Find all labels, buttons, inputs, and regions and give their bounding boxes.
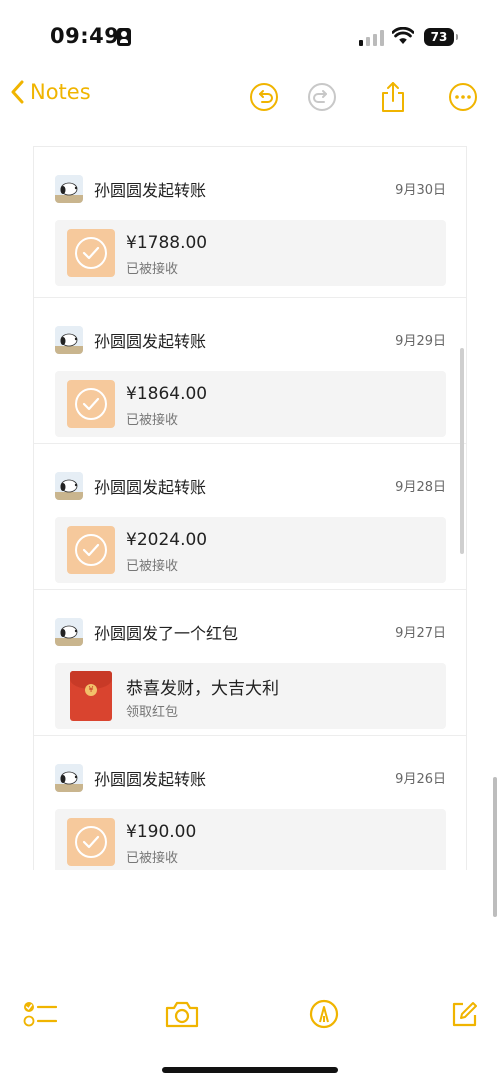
avatar: [55, 472, 83, 500]
status-time: 09:49: [50, 24, 120, 48]
transfer-received-icon: [67, 526, 115, 574]
snoopy-avatar-icon: [55, 764, 83, 792]
transfer-card: ¥1864.00 已被接收: [55, 371, 446, 437]
note-content-image: 孙圆圆发起转账 9月30日 ¥1788.00 已被接收 孙圆圆发起转账 9月29…: [33, 146, 467, 870]
share-button[interactable]: [376, 80, 410, 114]
date-label: 9月30日: [395, 183, 446, 198]
list-item: 孙圆圆发起转账 9月26日 ¥190.00 已被接收: [34, 735, 466, 870]
date-label: 9月28日: [395, 480, 446, 495]
avatar: [55, 175, 83, 203]
sender-label: 孙圆圆发起转账: [94, 181, 207, 200]
transfer-status: 已被接收: [126, 559, 179, 574]
undo-button[interactable]: [247, 80, 281, 114]
embedded-scrollbar: [460, 348, 464, 554]
share-icon: [382, 82, 404, 112]
transfer-amount: ¥190.00: [126, 822, 197, 842]
markup-button[interactable]: [304, 994, 344, 1034]
status-bar: 09:49 73: [0, 0, 500, 70]
checklist-icon: [23, 1002, 57, 1027]
transfer-card: ¥190.00 已被接收: [55, 809, 446, 870]
red-packet-title: 恭喜发财，大吉大利: [126, 679, 279, 699]
red-packet-card: ¥ 恭喜发财，大吉大利 领取红包: [55, 663, 446, 729]
sender-label: 孙圆圆发起转账: [94, 478, 207, 497]
markup-pen-icon: [309, 999, 339, 1029]
chevron-left-icon: [11, 80, 24, 104]
transfer-amount: ¥2024.00: [126, 530, 208, 550]
transfer-received-icon: [67, 229, 115, 277]
back-button-label: Notes: [30, 80, 91, 104]
undo-icon: [250, 83, 278, 111]
battery-indicator: 73: [424, 28, 458, 46]
transfer-received-icon: [67, 818, 115, 866]
more-icon: [449, 83, 477, 111]
red-packet-status: 领取红包: [126, 705, 179, 720]
avatar: [55, 326, 83, 354]
navigation-bar: Notes: [0, 70, 500, 126]
home-indicator: [162, 1067, 338, 1073]
transfer-card: ¥1788.00 已被接收: [55, 220, 446, 286]
transfer-amount: ¥1864.00: [126, 384, 208, 404]
transfer-card: ¥2024.00 已被接收: [55, 517, 446, 583]
wifi-icon: [392, 27, 414, 44]
transfer-amount: ¥1788.00: [126, 233, 208, 253]
sender-label: 孙圆圆发起转账: [94, 332, 207, 351]
battery-level: 73: [430, 30, 448, 44]
redo-button[interactable]: [305, 80, 339, 114]
camera-icon: [165, 1001, 199, 1028]
avatar: [55, 764, 83, 792]
date-label: 9月27日: [395, 626, 446, 641]
snoopy-avatar-icon: [55, 175, 83, 203]
redo-icon: [308, 83, 336, 111]
avatar: [55, 618, 83, 646]
transfer-status: 已被接收: [126, 262, 179, 277]
more-button[interactable]: [446, 80, 480, 114]
sender-label: 孙圆圆发起转账: [94, 770, 207, 789]
focus-badge-icon: [117, 28, 131, 46]
scrollbar[interactable]: [493, 777, 497, 917]
list-item: 孙圆圆发起转账 9月29日 ¥1864.00 已被接收: [34, 297, 466, 443]
red-packet-icon: ¥: [70, 671, 112, 721]
transfer-status: 已被接收: [126, 413, 179, 428]
sender-label: 孙圆圆发了一个红包: [94, 624, 239, 643]
bottom-toolbar: [0, 990, 500, 1038]
date-label: 9月29日: [395, 334, 446, 349]
compose-button[interactable]: [444, 994, 484, 1034]
snoopy-avatar-icon: [55, 472, 83, 500]
snoopy-avatar-icon: [55, 618, 83, 646]
list-item: 孙圆圆发起转账 9月30日 ¥1788.00 已被接收: [34, 147, 466, 293]
date-label: 9月26日: [395, 772, 446, 787]
checklist-button[interactable]: [20, 994, 60, 1034]
transfer-received-icon: [67, 380, 115, 428]
camera-button[interactable]: [162, 994, 202, 1034]
cellular-signal-icon: [359, 30, 385, 46]
list-item: 孙圆圆发了一个红包 9月27日 ¥ 恭喜发财，大吉大利 领取红包: [34, 589, 466, 735]
transfer-status: 已被接收: [126, 851, 179, 866]
snoopy-avatar-icon: [55, 326, 83, 354]
compose-icon: [452, 1002, 477, 1027]
list-item: 孙圆圆发起转账 9月28日 ¥2024.00 已被接收: [34, 443, 466, 589]
back-button[interactable]: Notes: [10, 80, 91, 104]
